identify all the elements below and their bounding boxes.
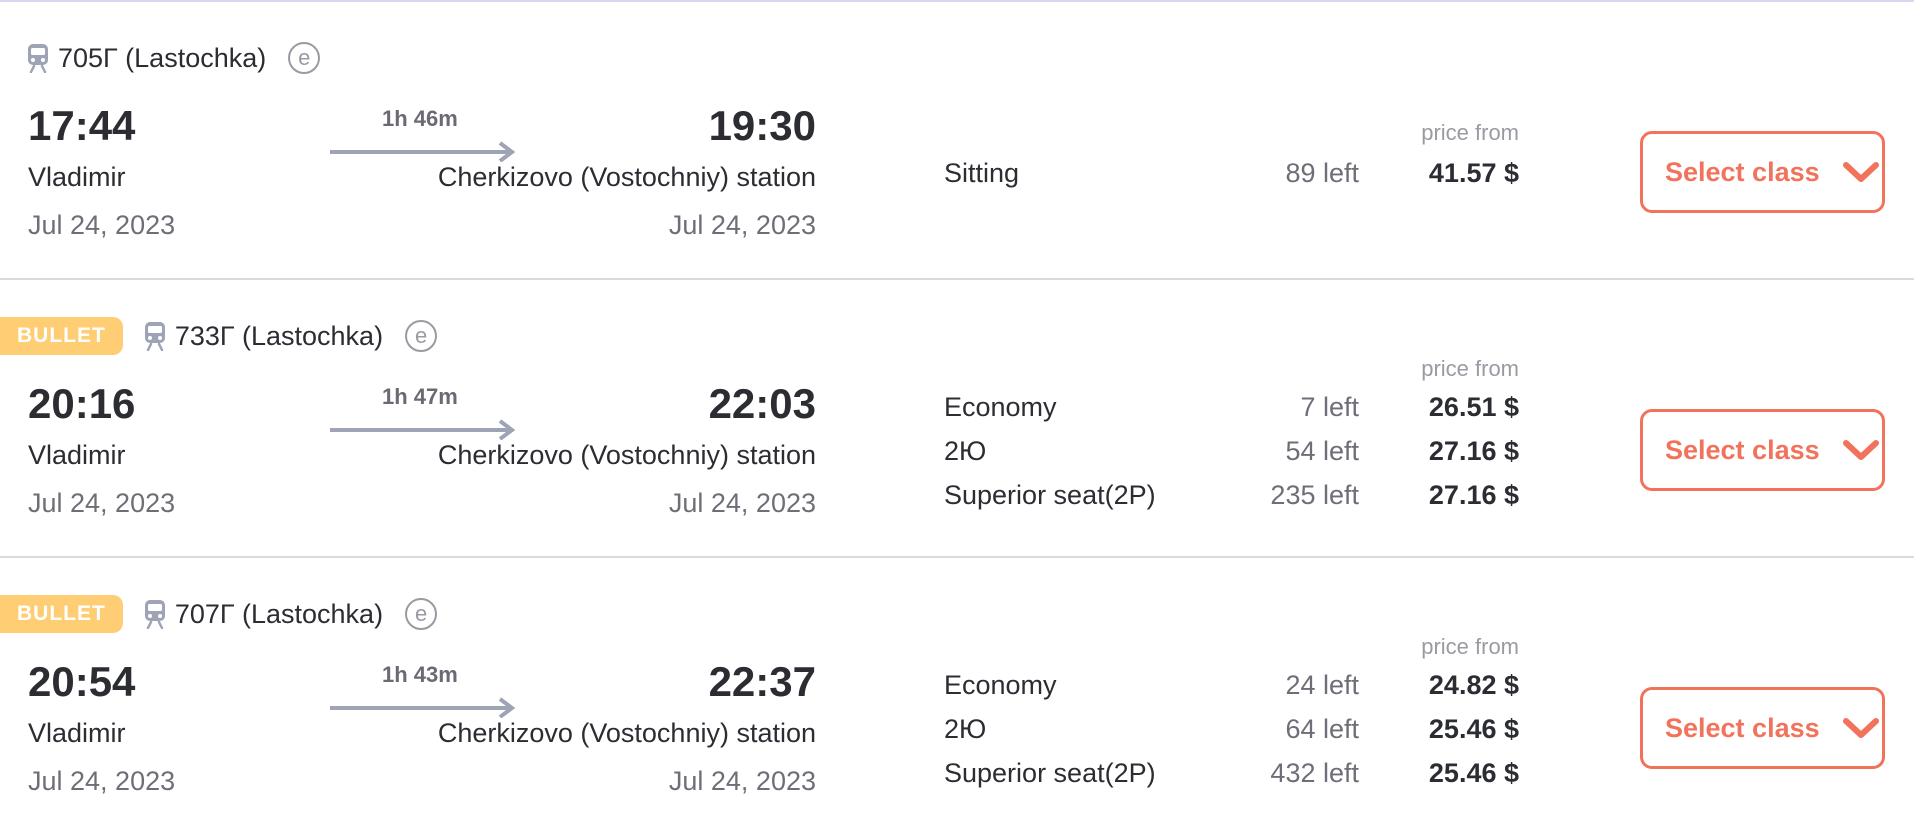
departure-date: Jul 24, 2023 (28, 766, 176, 796)
class-name: Superior seat(2P) (944, 758, 1156, 788)
departure-station: Vladimir (28, 162, 126, 192)
train-icon (144, 600, 165, 629)
seats-left: 24 left (1285, 670, 1359, 700)
seats-left: 54 left (1285, 436, 1359, 466)
train-number: 705Г (Lastochka) (58, 42, 267, 73)
chevron-down-icon (1842, 718, 1879, 738)
seats-left: 432 left (1270, 758, 1359, 788)
class-name: 2Ю (944, 436, 987, 466)
departure-station: Vladimir (28, 718, 126, 748)
arrival-time: 22:37 (708, 658, 816, 705)
arrival-station: Cherkizovo (Vostochniy) station (437, 440, 816, 470)
class-row: Economy 24 left 24.82 $ (944, 670, 1520, 710)
train-icon (28, 44, 48, 73)
departure-station: Vladimir (28, 440, 126, 470)
arrival-date: Jul 24, 2023 (668, 766, 816, 796)
bullet-badge: BULLET (0, 317, 123, 355)
price-from-label: price from (1421, 120, 1519, 145)
select-class-button[interactable]: Select class (1640, 409, 1885, 491)
arrow-right-icon (330, 141, 516, 162)
trip-duration: 1h 47m (382, 384, 458, 409)
train-number: 733Г (Lastochka) (174, 320, 384, 351)
train-card: BULLET 707Г (Lastochka) e 20:54 1h 43m 2… (0, 558, 1914, 836)
chevron-down-icon (1842, 162, 1879, 182)
class-price: 27.16 $ (1428, 436, 1519, 466)
class-name: 2Ю (944, 714, 987, 744)
class-row: Superior seat(2P) 235 left 27.16 $ (944, 480, 1520, 520)
select-class-label: Select class (1665, 156, 1820, 187)
arrival-date: Jul 24, 2023 (668, 210, 816, 240)
train-card: 705Г (Lastochka) e 17:44 1h 46m 19:30 Vl… (0, 2, 1914, 280)
class-price: 25.46 $ (1428, 758, 1519, 788)
class-row: 2Ю 64 left 25.46 $ (944, 714, 1520, 754)
class-row: Economy 7 left 26.51 $ (944, 392, 1520, 432)
select-class-label: Select class (1665, 712, 1820, 743)
train-header: BULLET 733Г (Lastochka) e (0, 316, 438, 356)
class-row: Sitting 89 left 41.57 $ (944, 158, 1520, 198)
seats-left: 64 left (1285, 714, 1359, 744)
class-price: 25.46 $ (1428, 714, 1519, 744)
train-number: 707Г (Lastochka) (174, 598, 384, 629)
select-class-button[interactable]: Select class (1640, 687, 1885, 769)
departure-time: 20:16 (28, 380, 136, 427)
price-from-label: price from (1421, 356, 1519, 381)
arrival-time: 22:03 (708, 380, 816, 427)
class-price: 24.82 $ (1428, 670, 1519, 700)
arrival-station: Cherkizovo (Vostochniy) station (437, 162, 816, 192)
arrival-station: Cherkizovo (Vostochniy) station (437, 718, 816, 748)
bullet-badge: BULLET (0, 595, 123, 633)
chevron-down-icon (1842, 440, 1879, 460)
arrow-right-icon (330, 419, 516, 440)
train-card: BULLET 733Г (Lastochka) e 20:16 1h 47m 2… (0, 280, 1914, 558)
train-icon (144, 322, 165, 351)
train-header: 705Г (Lastochka) e (0, 38, 321, 78)
seats-left: 235 left (1270, 480, 1359, 510)
class-name: Economy (944, 392, 1057, 422)
departure-date: Jul 24, 2023 (28, 210, 176, 240)
class-name: Superior seat(2P) (944, 480, 1156, 510)
e-ticket-icon: e (405, 320, 438, 352)
train-header: BULLET 707Г (Lastochka) e (0, 594, 438, 634)
arrival-date: Jul 24, 2023 (668, 488, 816, 518)
select-class-label: Select class (1665, 434, 1820, 465)
seats-left: 89 left (1285, 158, 1359, 188)
e-ticket-icon: e (405, 598, 438, 630)
class-row: Superior seat(2P) 432 left 25.46 $ (944, 758, 1520, 798)
class-row: 2Ю 54 left 27.16 $ (944, 436, 1520, 476)
trip-duration: 1h 43m (382, 662, 458, 687)
class-name: Sitting (944, 158, 1020, 188)
class-price: 41.57 $ (1428, 158, 1519, 188)
class-name: Economy (944, 670, 1057, 700)
price-from-label: price from (1421, 634, 1519, 659)
seats-left: 7 left (1300, 392, 1359, 422)
departure-time: 17:44 (28, 102, 136, 149)
class-price: 26.51 $ (1428, 392, 1519, 422)
arrow-right-icon (330, 697, 516, 718)
arrival-time: 19:30 (708, 102, 816, 149)
class-price: 27.16 $ (1428, 480, 1519, 510)
departure-time: 20:54 (28, 658, 136, 705)
departure-date: Jul 24, 2023 (28, 488, 176, 518)
select-class-button[interactable]: Select class (1640, 131, 1885, 213)
trip-duration: 1h 46m (382, 106, 458, 131)
e-ticket-icon: e (288, 42, 321, 74)
